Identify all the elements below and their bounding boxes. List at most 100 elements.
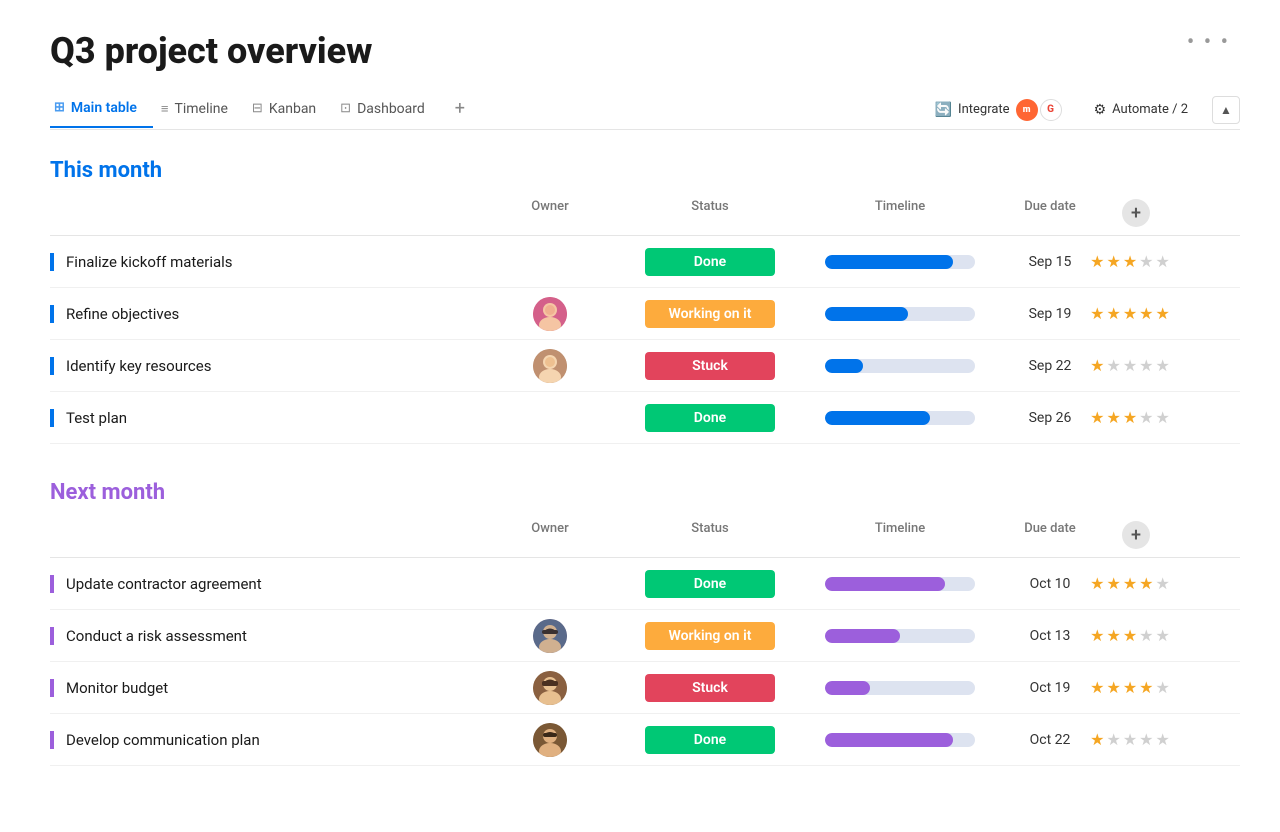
- star-3: ★: [1123, 304, 1137, 323]
- star-3: ★: [1123, 626, 1137, 645]
- star-2: ★: [1106, 626, 1120, 645]
- header-duedate: Due date: [990, 199, 1110, 227]
- timeline-cell: [810, 733, 990, 747]
- status-badge-done[interactable]: Done: [645, 726, 775, 754]
- star-3: ★: [1123, 252, 1137, 271]
- status-cell[interactable]: Working on it: [610, 622, 810, 650]
- status-badge-stuck[interactable]: Stuck: [645, 352, 775, 380]
- star-4: ★: [1139, 408, 1153, 427]
- star-1: ★: [1090, 304, 1104, 323]
- row-border: [50, 575, 54, 593]
- status-cell[interactable]: Working on it: [610, 300, 810, 328]
- status-cell[interactable]: Stuck: [610, 352, 810, 380]
- timeline-fill: [825, 255, 953, 269]
- task-cell: Monitor budget: [50, 679, 490, 697]
- header-owner: Owner: [490, 199, 610, 227]
- star-2: ★: [1106, 678, 1120, 697]
- next-month-header: Owner Status Timeline Due date +: [50, 517, 1240, 558]
- star-4: ★: [1139, 730, 1153, 749]
- add-tab-button[interactable]: +: [445, 90, 475, 129]
- star-5: ★: [1156, 730, 1170, 749]
- table-row: Test plan Done Sep 26 ★ ★ ★: [50, 392, 1240, 444]
- task-name: Test plan: [66, 409, 127, 427]
- status-badge-done[interactable]: Done: [645, 404, 775, 432]
- add-column-button[interactable]: +: [1122, 199, 1150, 227]
- timeline-bar: [825, 681, 975, 695]
- table-row: Finalize kickoff materials Done Sep 15 ★…: [50, 236, 1240, 288]
- this-month-title: This month: [50, 158, 1240, 183]
- timeline-cell: [810, 411, 990, 425]
- more-options-button[interactable]: • • •: [1187, 30, 1230, 55]
- header-owner: Owner: [490, 521, 610, 549]
- task-name: Refine objectives: [66, 305, 179, 323]
- row-border: [50, 731, 54, 749]
- status-badge-stuck[interactable]: Stuck: [645, 674, 775, 702]
- priority-cell: ★ ★ ★ ★ ★: [1110, 356, 1150, 375]
- automate-button[interactable]: ⚙ Automate / 2: [1086, 98, 1196, 122]
- collapse-button[interactable]: ▲: [1212, 96, 1240, 124]
- monday-icon: m: [1016, 99, 1038, 121]
- star-1: ★: [1090, 408, 1104, 427]
- tab-dashboard[interactable]: ⊡ Dashboard: [336, 93, 441, 127]
- owner-avatar: [533, 349, 567, 383]
- priority-cell: ★ ★ ★ ★ ★: [1110, 252, 1150, 271]
- status-cell[interactable]: Done: [610, 248, 810, 276]
- timeline-icon: ≡: [161, 101, 169, 117]
- header-task: [50, 521, 490, 549]
- tab-main-table[interactable]: ⊞ Main table: [50, 92, 153, 128]
- status-cell[interactable]: Stuck: [610, 674, 810, 702]
- status-badge-working[interactable]: Working on it: [645, 300, 775, 328]
- owner-cell: [490, 401, 610, 435]
- table-row: Monitor budget Stuck: [50, 662, 1240, 714]
- row-border: [50, 409, 54, 427]
- header-duedate: Due date: [990, 521, 1110, 549]
- row-border: [50, 679, 54, 697]
- status-badge-done[interactable]: Done: [645, 248, 775, 276]
- task-name: Conduct a risk assessment: [66, 627, 247, 645]
- star-3: ★: [1123, 678, 1137, 697]
- task-name: Finalize kickoff materials: [66, 253, 233, 271]
- star-3: ★: [1123, 408, 1137, 427]
- row-border: [50, 253, 54, 271]
- dashboard-icon: ⊡: [340, 101, 351, 116]
- status-cell[interactable]: Done: [610, 726, 810, 754]
- timeline-cell: [810, 255, 990, 269]
- row-border: [50, 305, 54, 323]
- timeline-fill: [825, 359, 863, 373]
- star-1: ★: [1090, 678, 1104, 697]
- star-2: ★: [1106, 408, 1120, 427]
- star-5: ★: [1156, 574, 1170, 593]
- table-row: Conduct a risk assessment Worki: [50, 610, 1240, 662]
- tab-timeline[interactable]: ≡ Timeline: [157, 93, 244, 127]
- owner-avatar-empty: [533, 245, 567, 279]
- priority-cell: ★ ★ ★ ★ ★: [1110, 626, 1150, 645]
- owner-cell: [490, 671, 610, 705]
- status-cell[interactable]: Done: [610, 570, 810, 598]
- status-badge-working[interactable]: Working on it: [645, 622, 775, 650]
- timeline-bar: [825, 733, 975, 747]
- star-5: ★: [1156, 626, 1170, 645]
- star-1: ★: [1090, 252, 1104, 271]
- this-month-section: This month Owner Status Timeline Due dat…: [50, 158, 1240, 444]
- add-column-button-next[interactable]: +: [1122, 521, 1150, 549]
- owner-avatar: [533, 297, 567, 331]
- timeline-bar: [825, 255, 975, 269]
- status-badge-done[interactable]: Done: [645, 570, 775, 598]
- owner-avatar-empty: [533, 567, 567, 601]
- status-cell[interactable]: Done: [610, 404, 810, 432]
- header-timeline: Timeline: [810, 521, 990, 549]
- priority-cell: ★ ★ ★ ★ ★: [1110, 574, 1150, 593]
- owner-avatar: [533, 619, 567, 653]
- owner-cell: [490, 297, 610, 331]
- priority-cell: ★ ★ ★ ★ ★: [1110, 304, 1150, 323]
- tab-kanban[interactable]: ⊟ Kanban: [248, 93, 332, 127]
- star-4: ★: [1139, 574, 1153, 593]
- timeline-cell: [810, 681, 990, 695]
- star-4: ★: [1139, 626, 1153, 645]
- star-4: ★: [1139, 356, 1153, 375]
- timeline-cell: [810, 359, 990, 373]
- timeline-fill: [825, 733, 953, 747]
- integrate-button[interactable]: 🔄 Integrate m G: [927, 95, 1070, 125]
- owner-avatar: [533, 671, 567, 705]
- task-name: Develop communication plan: [66, 731, 260, 749]
